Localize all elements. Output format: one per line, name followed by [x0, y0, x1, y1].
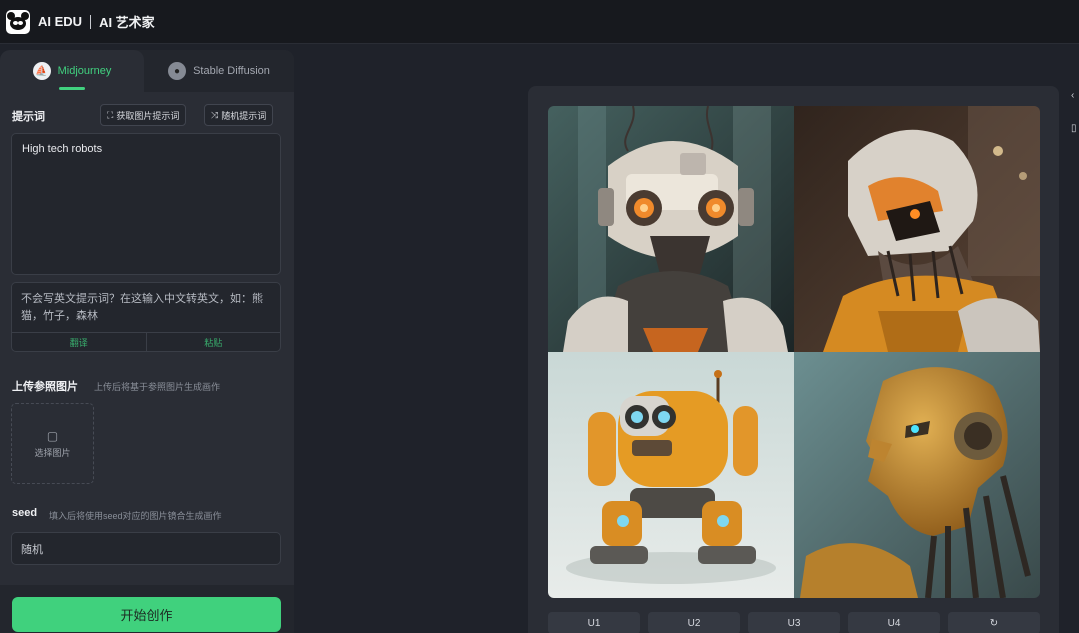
app-title: AI 艺术家 [99, 15, 155, 30]
seed-label: seed [12, 507, 38, 519]
active-tab-indicator [59, 87, 85, 90]
upload-hint: 上传后将基于参照图片生成画作 [94, 382, 221, 392]
seed-input[interactable]: 随机 [11, 532, 281, 565]
upload-image-button[interactable]: ▢ 选择图片 [11, 403, 94, 484]
translate-input[interactable]: 不会写英文提示词？在这输入中文转英文，如：熊猫，竹子，森林 [21, 291, 271, 325]
tab-stable-diffusion[interactable]: ● Stable Diffusion [144, 50, 294, 92]
brand-divider [90, 14, 92, 29]
upscale-u4-button[interactable]: U4 [848, 612, 940, 633]
refresh-icon: ↻ [989, 617, 999, 629]
start-creation-button[interactable]: 开始创作 [12, 597, 281, 632]
top-bar: AI EDU AI 艺术家 [0, 0, 1079, 44]
random-prompt-button[interactable]: ⤨ 随机提示词 [204, 104, 274, 126]
upscale-u1-button[interactable]: U1 [548, 612, 640, 633]
refresh-button[interactable]: ↻ [948, 612, 1040, 633]
tab-stable-diffusion-label: Stable Diffusion [193, 65, 270, 77]
get-image-prompt-label: 获取图片提示词 [116, 110, 180, 121]
generated-image-1[interactable] [548, 106, 794, 352]
get-image-prompt-button[interactable]: ⛶ 获取图片提示词 [100, 104, 187, 126]
side-panel-icon[interactable]: ▯ [1071, 123, 1079, 137]
paste-button[interactable]: 粘贴 [147, 333, 281, 351]
random-prompt-label: 随机提示词 [221, 110, 267, 121]
shuffle-icon: ⤨ [211, 109, 219, 120]
model-tabs: ⛵ Midjourney ● Stable Diffusion [0, 50, 294, 92]
tab-midjourney[interactable]: ⛵ Midjourney [0, 50, 144, 92]
upload-button-label: 选择图片 [34, 447, 71, 458]
midjourney-sail-icon: ⛵ [32, 62, 51, 80]
upscale-u2-button[interactable]: U2 [648, 612, 740, 633]
generated-image-3[interactable] [548, 352, 794, 598]
upload-label: 上传参照图片 [12, 381, 78, 393]
panda-logo-icon[interactable] [6, 9, 30, 34]
translate-actions: 翻译 粘贴 [12, 332, 280, 351]
upload-image-icon: ▢ [46, 428, 59, 443]
generated-image-4[interactable] [794, 352, 1040, 598]
image-icon: ⛶ [107, 109, 114, 120]
upscale-u3-button[interactable]: U3 [748, 612, 840, 633]
prompt-textarea[interactable]: High tech robots [11, 133, 281, 275]
translate-box[interactable]: 不会写英文提示词？在这输入中文转英文，如：熊猫，竹子，森林 翻译 粘贴 [11, 282, 281, 352]
stable-diffusion-icon: ● [168, 62, 187, 80]
translate-button[interactable]: 翻译 [12, 333, 147, 351]
collapse-arrow-icon[interactable]: ‹ [1071, 90, 1079, 104]
generated-image-2[interactable] [794, 106, 1040, 352]
seed-hint: 填入后将使用seed对应的图片镜合生成画作 [49, 511, 222, 521]
generated-image-grid[interactable] [548, 106, 1040, 598]
brand-name[interactable]: AI EDU [38, 14, 82, 29]
tab-midjourney-label: Midjourney [57, 65, 112, 77]
prompt-label: 提示词 [12, 111, 45, 123]
